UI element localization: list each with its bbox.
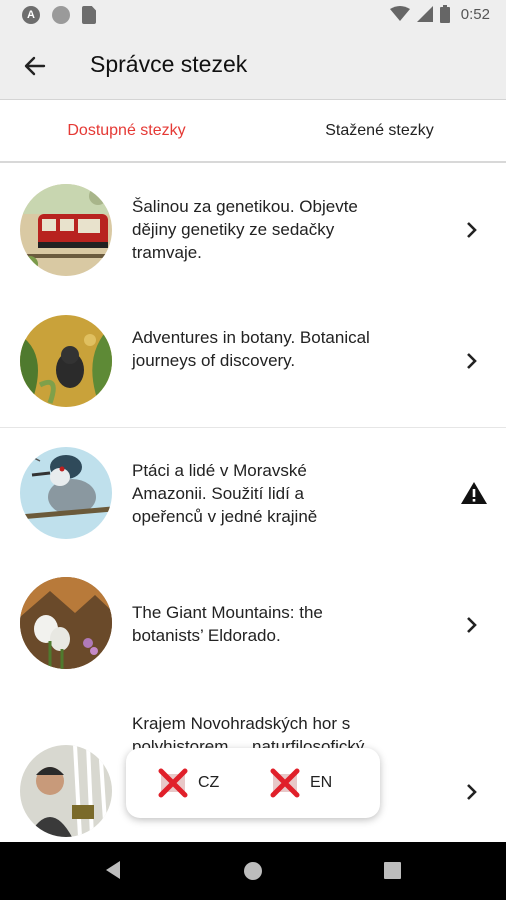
system-nav-bar — [0, 842, 506, 900]
trail-title: Adventures in botany. Botanical journeys… — [132, 328, 370, 370]
battery-icon — [439, 5, 450, 23]
trail-title: Ptáci a lidé v Moravské Amazonii. Soužit… — [132, 461, 318, 526]
warning-icon[interactable] — [460, 481, 488, 510]
tram-illustration — [20, 184, 112, 276]
language-option-en[interactable]: EN — [270, 768, 332, 798]
wifi-icon — [389, 6, 410, 21]
language-label: CZ — [198, 774, 220, 791]
trail-item[interactable]: Adventures in botany. Botanical journeys… — [0, 295, 506, 427]
sd-card-icon — [82, 6, 96, 24]
mountain-flowers-illustration — [20, 577, 112, 669]
tab-downloaded-trails[interactable]: Stažené stezky — [253, 101, 506, 161]
language-selector: CZ EN — [126, 748, 380, 818]
polyhistor-portrait-illustration — [20, 745, 112, 837]
circle-icon — [52, 6, 70, 24]
home-circle-icon[interactable] — [243, 861, 263, 886]
trail-list: Šalinou za genetikou. Objevte dějiny gen… — [0, 165, 506, 837]
arrow-left-icon — [24, 56, 46, 76]
crossed-flag-icon — [270, 768, 300, 798]
language-label: EN — [310, 774, 333, 791]
language-option-cz[interactable]: CZ — [158, 768, 219, 798]
tab-available-trails[interactable]: Dostupné stezky — [0, 101, 253, 161]
status-time: 0:52 — [460, 5, 490, 23]
trail-item[interactable]: Šalinou za genetikou. Objevte dějiny gen… — [0, 165, 506, 295]
status-bar: A 0:52 — [0, 0, 506, 32]
jungle-panther-illustration — [20, 315, 112, 407]
trail-item[interactable]: Ptáci a lidé v Moravské Amazonii. Soužit… — [0, 428, 506, 558]
tab-bar: Dostupné stezky Stažené stezky — [0, 101, 506, 163]
trail-item[interactable]: The Giant Mountains: the botanists’ Eldo… — [0, 558, 506, 688]
signal-icon — [416, 6, 433, 22]
status-left-icons: A — [22, 6, 96, 24]
chevron-right-icon[interactable] — [464, 351, 480, 371]
chevron-right-icon[interactable] — [464, 220, 480, 240]
trail-title: Šalinou za genetikou. Objevte dějiny gen… — [132, 197, 358, 262]
trail-title: The Giant Mountains: the botanists’ Eldo… — [132, 603, 323, 645]
a-app-icon: A — [22, 6, 40, 24]
chevron-right-icon[interactable] — [464, 615, 480, 635]
back-triangle-icon[interactable] — [104, 860, 122, 885]
page-title: Správce stezek — [90, 51, 248, 77]
back-button[interactable] — [18, 49, 52, 83]
status-right-icons: 0:52 — [389, 5, 490, 23]
recents-square-icon[interactable] — [384, 862, 401, 884]
app-bar: Správce stezek — [0, 32, 506, 100]
heron-bird-illustration — [20, 447, 112, 539]
chevron-right-icon[interactable] — [464, 782, 480, 802]
crossed-flag-icon — [158, 768, 188, 798]
